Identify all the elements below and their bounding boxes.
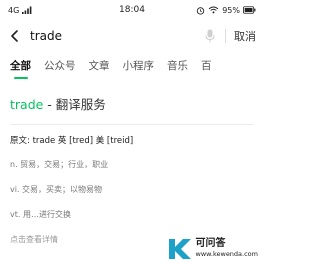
result-title: trade - 翻译服务 [10,96,254,114]
watermark-url: www.kewenda.com [195,250,258,258]
signal-icon [22,6,32,14]
microphone-icon[interactable] [205,29,215,43]
result-keyword: trade [10,97,44,112]
back-chevron-icon[interactable] [8,29,22,43]
watermark-logo-icon [168,239,191,259]
definition-noun: n. 贸易，交易；行业，职业 [10,160,109,169]
watermark-text: 可问答 www.kewenda.com [196,239,258,259]
tab-music[interactable]: 音乐 [167,58,188,79]
watermark: 可问答 www.kewenda.com [167,237,258,261]
wifi-icon [208,6,219,14]
battery-icon [243,6,256,14]
tab-mini-programs[interactable]: 小程序 [123,58,155,79]
translation-result-card[interactable]: trade - 翻译服务 原文: trade 英 [tred] 美 [treid… [10,96,254,245]
alarm-icon [197,6,205,15]
status-time: 18:04 [119,5,145,15]
title-divider [10,124,254,125]
result-service-name: 翻译服务 [55,97,106,112]
tab-official-accounts[interactable]: 公众号 [44,58,76,79]
tab-articles[interactable]: 文章 [89,58,110,79]
status-right: 95% [196,6,256,15]
watermark-name: 可问答 [195,238,226,249]
status-left: 4G [8,6,32,15]
header-divider [225,29,226,43]
definition-transitive-verb: vt. 用…进行交换 [10,210,71,219]
tab-all[interactable]: 全部 [10,58,31,79]
status-bar: 4G 18:04 95% [0,0,264,20]
cancel-button[interactable]: 取消 [234,28,256,44]
pronunciation-line: 原文: trade 英 [tred] 美 [treid] [10,136,134,146]
category-tabs: 全部 公众号 文章 小程序 音乐 百 [0,58,264,86]
result-title-separator: - [43,97,56,112]
tab-encyclopedia[interactable]: 百 [201,58,212,79]
definition-intransitive-verb: vi. 交易，买卖；以物易物 [10,185,103,194]
battery-level: 95% [222,5,240,15]
search-input[interactable] [30,27,205,45]
search-header: 取消 [0,24,264,48]
network-type: 4G [8,5,20,15]
search-results-page: 4G 18:04 95% trade 取消 全部 公众号 文章 小程序 音乐 百… [0,0,264,265]
